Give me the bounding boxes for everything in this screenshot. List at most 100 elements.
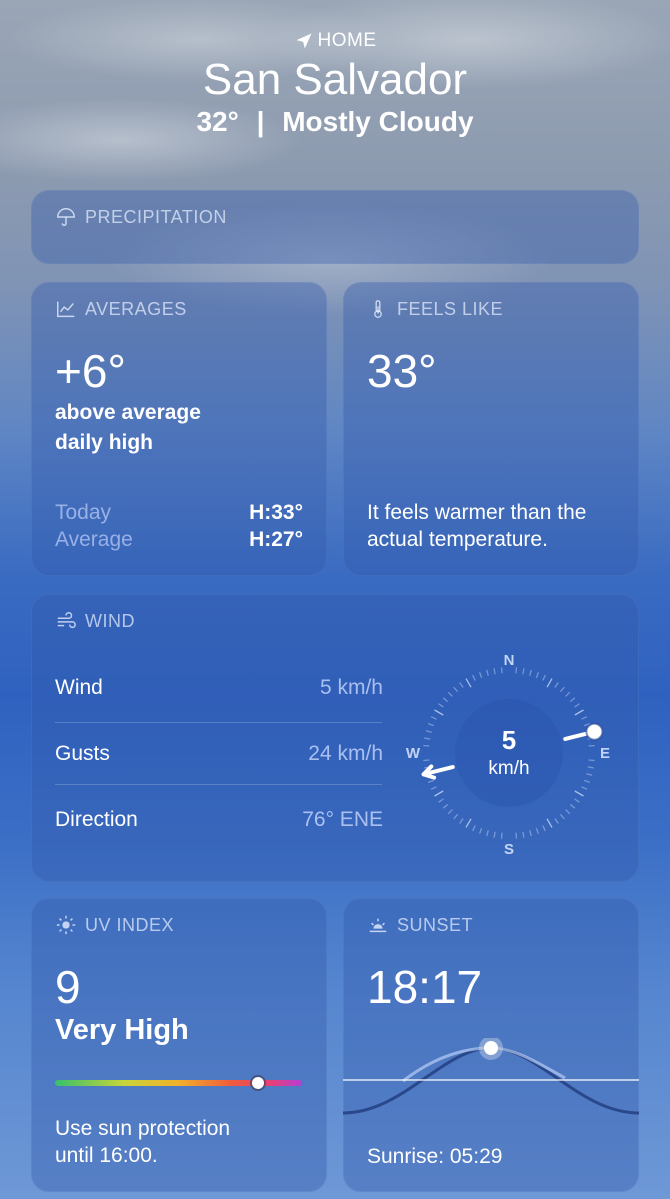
chart-line-icon bbox=[57, 301, 75, 318]
compass-tick bbox=[472, 825, 476, 832]
compass-tick bbox=[500, 832, 503, 839]
uv-index-desc-line1: Use sun protection bbox=[55, 1117, 231, 1140]
compass-tick bbox=[542, 825, 546, 832]
sunset-time: 18:17 bbox=[367, 961, 483, 1013]
compass-tick bbox=[486, 669, 489, 676]
compass-tick bbox=[554, 818, 559, 824]
compass-tick bbox=[430, 716, 437, 720]
wind-card[interactable]: WIND Wind 5 km/h Gusts 24 km/h Direction… bbox=[31, 594, 639, 882]
wind-row-value: 5 km/h bbox=[319, 676, 383, 699]
wind-compass: N E S W 5 km/h bbox=[406, 652, 610, 858]
feels-like-desc-line1: It feels warmer than the bbox=[367, 501, 587, 524]
precipitation-title: PRECIPITATION bbox=[55, 206, 227, 228]
wind-needle-origin bbox=[585, 722, 604, 741]
current-temp: 32° bbox=[196, 106, 239, 137]
compass-tick bbox=[438, 703, 444, 708]
city-name: San Salvador bbox=[202, 55, 468, 104]
averages-title: AVERAGES bbox=[55, 298, 187, 320]
sunset-card[interactable]: SUNSET 18:17 Sunrise: 05:29 bbox=[343, 898, 639, 1192]
compass-tick bbox=[472, 674, 476, 681]
feels-like-title-label: FEELS LIKE bbox=[397, 298, 504, 319]
averages-value: +6° bbox=[55, 345, 126, 397]
uv-index-title: UV INDEX bbox=[55, 914, 174, 936]
averages-desc-line1: above average bbox=[55, 401, 201, 424]
compass-s: S bbox=[504, 841, 514, 858]
uv-index-title-label: UV INDEX bbox=[85, 914, 175, 935]
compass-tick bbox=[465, 678, 472, 688]
compass-tick bbox=[453, 813, 459, 820]
uv-index-marker bbox=[251, 1077, 264, 1089]
compass-tick bbox=[459, 818, 464, 824]
compass-tick bbox=[565, 809, 571, 815]
compass-tick bbox=[427, 779, 435, 784]
location-tag-label: HOME bbox=[317, 30, 377, 51]
sun-path-graph bbox=[343, 1038, 639, 1115]
compass-tick bbox=[423, 759, 430, 762]
sun-icon bbox=[56, 915, 76, 935]
location-arrow-icon bbox=[296, 33, 311, 49]
condition-text: Mostly Cloudy bbox=[282, 106, 474, 137]
feels-like-value: 33° bbox=[367, 345, 437, 397]
compass-e: E bbox=[600, 745, 610, 762]
compass-tick bbox=[535, 671, 540, 679]
compass-tick bbox=[581, 786, 588, 790]
averages-row-value: H:27° bbox=[249, 528, 303, 551]
compass-tick bbox=[588, 759, 595, 762]
location-tag: HOME bbox=[0, 30, 670, 52]
compass-tick bbox=[438, 798, 444, 803]
compass-tick bbox=[574, 703, 580, 708]
compass-tick bbox=[493, 668, 496, 675]
compass-tick bbox=[559, 813, 565, 820]
feels-like-title: FEELS LIKE bbox=[367, 298, 503, 320]
feels-like-card[interactable]: FEELS LIKE 33° It feels warmer than the … bbox=[343, 282, 639, 576]
wind-row-label: Direction bbox=[55, 808, 138, 831]
compass-tick bbox=[424, 737, 431, 740]
compass-tick bbox=[430, 786, 437, 790]
compass-tick bbox=[583, 779, 591, 784]
wind-title-label: WIND bbox=[85, 610, 135, 631]
compass-tick bbox=[574, 709, 584, 716]
compass-tick bbox=[554, 682, 559, 688]
compass-tick bbox=[569, 697, 576, 703]
uv-index-card[interactable]: UV INDEX 9 Very High Use sun protection … bbox=[31, 898, 327, 1192]
averages-desc-line2: daily high bbox=[55, 431, 154, 454]
thermometer-icon bbox=[374, 300, 382, 318]
uv-index-desc-line2: until 16:00. bbox=[55, 1144, 158, 1167]
compass-tick bbox=[425, 730, 432, 733]
compass-tick bbox=[486, 830, 489, 837]
compass-tick bbox=[559, 686, 565, 693]
wind-row-label: Gusts bbox=[55, 742, 110, 765]
sunset-title-label: SUNSET bbox=[397, 914, 474, 935]
compass-tick bbox=[453, 686, 459, 693]
compass-tick bbox=[442, 803, 449, 809]
compass-tick bbox=[434, 709, 444, 716]
compass-tick bbox=[574, 790, 584, 797]
compass-tick bbox=[546, 818, 553, 828]
averages-title-label: AVERAGES bbox=[85, 298, 187, 319]
compass-tick bbox=[535, 827, 540, 835]
compass-tick bbox=[522, 831, 525, 838]
wind-icon bbox=[57, 612, 76, 629]
feels-like-desc-line2: actual temperature. bbox=[367, 528, 548, 551]
compass-tick bbox=[587, 766, 594, 769]
compass-tick bbox=[442, 697, 449, 703]
compass-tick bbox=[515, 832, 518, 839]
compass-tick bbox=[565, 691, 571, 697]
averages-row-value: H:33° bbox=[249, 501, 303, 524]
compass-tick bbox=[586, 773, 593, 776]
sunset-icon bbox=[369, 918, 387, 933]
umbrella-icon bbox=[57, 208, 75, 226]
compass-tick bbox=[434, 790, 444, 797]
sunrise-time: Sunrise: 05:29 bbox=[367, 1145, 503, 1168]
uv-index-bar bbox=[55, 1077, 302, 1089]
compass-tick bbox=[423, 744, 430, 747]
compass-tick bbox=[447, 809, 453, 815]
averages-card[interactable]: AVERAGES +6° above average daily high To… bbox=[31, 282, 327, 576]
compass-tick bbox=[427, 722, 435, 727]
sunset-title: SUNSET bbox=[367, 914, 473, 936]
compass-unit: km/h bbox=[488, 758, 529, 779]
compass-tick bbox=[581, 716, 588, 720]
compass-tick bbox=[588, 744, 595, 747]
separator: | bbox=[256, 106, 265, 137]
precipitation-card[interactable]: PRECIPITATION bbox=[31, 190, 639, 264]
